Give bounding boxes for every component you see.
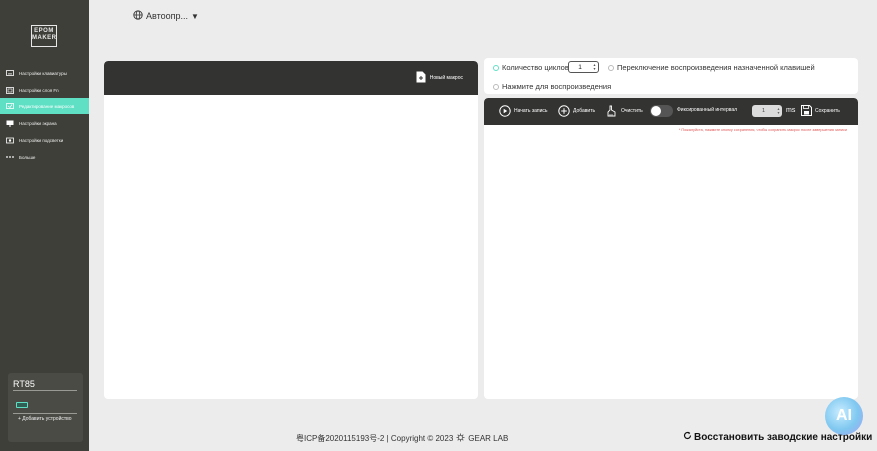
language-label: Автоопр... <box>146 11 188 21</box>
start-record-button[interactable]: Начать запись <box>499 105 548 117</box>
sidebar-item-label: Настройки клавиатуры <box>19 70 67 76</box>
macro-toolbar: Начать запись Добавить Очистить Фиксиров… <box>484 98 858 125</box>
sidebar-item-lighting[interactable]: Настройки подсветки <box>0 132 89 148</box>
sidebar-item-more[interactable]: Больше <box>0 149 89 165</box>
press-play-option[interactable]: Нажмите для воспроизведения <box>493 82 611 91</box>
save-button[interactable]: Сохранить <box>801 105 840 116</box>
stepper-arrows-icon[interactable]: ▲ ▼ <box>775 107 782 115</box>
macro-list-header: Новый макрос <box>104 61 478 95</box>
add-device-button[interactable]: + Добавить устройство <box>18 416 72 422</box>
macro-editor-panel: Начать запись Добавить Очистить Фиксиров… <box>484 98 858 399</box>
save-icon <box>801 105 812 116</box>
copyright-text: | Copyright © 2023 <box>386 434 454 443</box>
press-play-label: Нажмите для воспроизведения <box>502 82 612 91</box>
sidebar-item-keyboard[interactable]: Настройки клавиатуры <box>0 65 89 81</box>
device-name[interactable]: RT85 <box>13 379 35 389</box>
sidebar-item-macro[interactable]: Редактирование макросов <box>0 98 89 114</box>
interval-stepper[interactable]: 1 ▲ ▼ <box>752 105 782 117</box>
icp-number: 粤ICP备2020115193号-2 <box>296 434 385 443</box>
macro-icon <box>5 102 14 110</box>
loop-count-value[interactable]: 1 <box>569 64 591 71</box>
divider <box>13 390 77 391</box>
save-label: Сохранить <box>815 107 840 114</box>
new-macro-button[interactable]: Новый макрос <box>416 71 463 85</box>
interval-value[interactable]: 1 <box>752 108 775 114</box>
caret-down-icon: ▼ <box>191 11 199 21</box>
add-label: Добавить <box>573 108 596 114</box>
radio-selected-icon[interactable] <box>493 64 499 71</box>
brand-name: GEAR LAB <box>468 434 509 443</box>
clear-button[interactable]: Очистить <box>606 105 643 117</box>
device-keyboard-icon[interactable] <box>16 402 28 408</box>
new-macro-label: Новый макрос <box>429 75 463 81</box>
macro-list-panel: Новый макрос <box>104 61 478 399</box>
sidebar-item-label: Настройки подсветки <box>19 137 64 143</box>
divider <box>13 413 77 414</box>
sidebar-item-label: Редактирование макросов <box>19 103 75 109</box>
broom-icon <box>607 105 616 117</box>
loop-count-label: Количество циклов <box>502 63 569 72</box>
epomaker-logo: EPOM MAKER <box>31 25 57 47</box>
toggle-knob <box>651 106 661 116</box>
device-card: RT85 + Добавить устройство <box>8 373 83 442</box>
toggle-key-label: Переключение воспроизведения назначенной… <box>617 63 815 72</box>
stepper-arrows-icon[interactable]: ▲ ▼ <box>591 63 598 71</box>
keyboard-icon <box>5 69 14 77</box>
sidebar: EPOM MAKER Настройки клавиатуры Настройки… <box>0 0 89 451</box>
ai-assistant-button[interactable]: AI <box>825 397 863 435</box>
toggle-key-option[interactable]: Переключение воспроизведения назначенной… <box>608 63 815 72</box>
radio-icon[interactable] <box>493 83 499 90</box>
save-hint: * Пожалуйста, нажмите кнопку сохранения,… <box>678 128 847 132</box>
more-icon <box>5 153 14 161</box>
gear-lab-icon <box>456 433 465 444</box>
start-record-label: Начать запись <box>514 108 548 114</box>
refresh-icon <box>683 431 692 443</box>
plus-circle-icon <box>558 105 570 117</box>
interval-unit: ms <box>786 107 796 114</box>
add-button[interactable]: Добавить <box>558 105 595 117</box>
loop-count-option[interactable]: Количество циклов <box>493 63 569 72</box>
play-circle-icon <box>499 105 511 117</box>
fn-layer-icon <box>5 86 14 94</box>
globe-icon <box>133 10 143 22</box>
language-selector[interactable]: Автоопр... ▼ <box>133 10 199 22</box>
new-document-icon <box>416 71 426 85</box>
monitor-icon <box>5 119 14 127</box>
loop-count-stepper[interactable]: 1 ▲ ▼ <box>568 61 599 73</box>
copyright: 粤ICP备2020115193号-2 | Copyright © 2023 GE… <box>296 433 508 444</box>
sidebar-item-label: Настройки экрана <box>19 120 57 126</box>
sidebar-item-label: Настройки слоя Fn <box>19 87 59 93</box>
sidebar-item-fn-layer[interactable]: Настройки слоя Fn <box>0 82 89 98</box>
clear-label: Очистить <box>621 108 643 114</box>
light-icon <box>5 136 14 144</box>
radio-icon[interactable] <box>608 64 614 71</box>
sidebar-item-screen[interactable]: Настройки экрана <box>0 115 89 131</box>
fixed-interval-label: Фиксированный интервал <box>677 107 738 113</box>
sidebar-item-label: Больше <box>19 154 36 160</box>
playback-options: Количество циклов 1 ▲ ▼ Переключение восп… <box>484 58 858 94</box>
fixed-interval-toggle[interactable] <box>650 105 673 117</box>
